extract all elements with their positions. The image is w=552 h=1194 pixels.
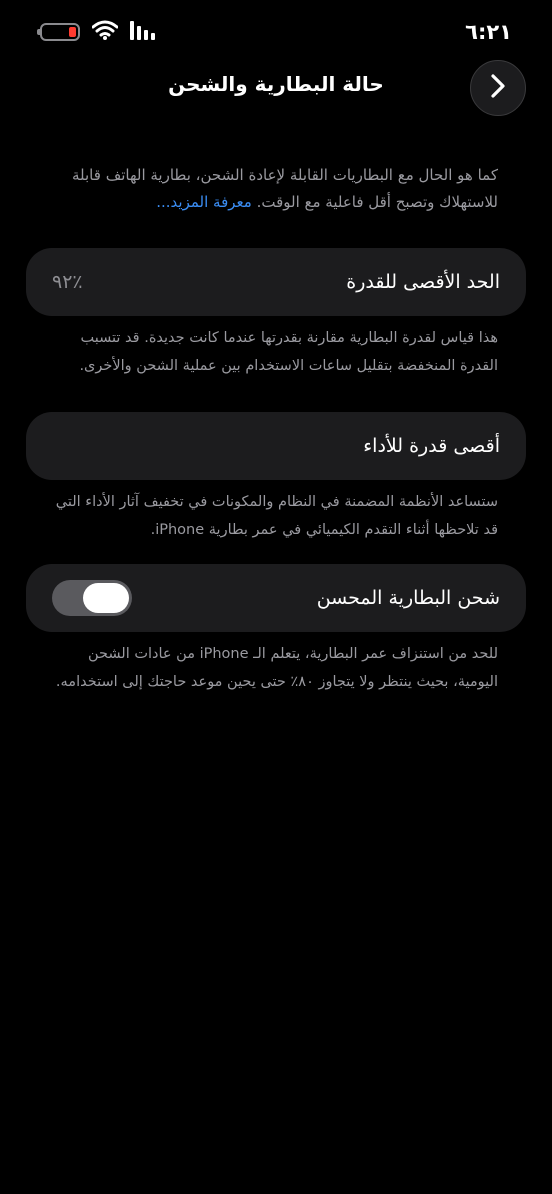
peak-performance-label: أقصى قدرة للأداء: [363, 435, 500, 457]
maximum-capacity-footnote: هذا قياس لقدرة البطارية مقارنة بقدرتها ع…: [79, 330, 498, 374]
maximum-capacity-label: الحد الأقصى للقدرة: [346, 271, 500, 293]
toggle-knob: [83, 583, 129, 613]
battery-settings-content: كما هو الحال مع البطاريات القابلة لإعادة…: [26, 162, 526, 696]
battery-level-fill: [69, 27, 76, 37]
status-bar: ٦:٢١: [37, 14, 512, 50]
optimized-charging-footnote: للحد من استنزاف عمر البطارية، يتعلم الـ …: [55, 646, 498, 690]
peak-performance-row: أقصى قدرة للأداء: [26, 412, 526, 480]
optimized-charging-row: شحن البطارية المحسن: [26, 564, 526, 632]
status-icons: [37, 20, 160, 44]
back-button[interactable]: [470, 60, 526, 116]
cellular-signal-icon: [130, 20, 160, 44]
intro-description: كما هو الحال مع البطاريات القابلة لإعادة…: [72, 166, 498, 211]
optimized-charging-label: شحن البطارية المحسن: [316, 587, 500, 609]
chevron-right-icon: [489, 73, 507, 103]
maximum-capacity-row: الحد الأقصى للقدرة ٪٩٢: [26, 248, 526, 316]
peak-performance-footnote: ستساعد الأنظمة المضمنة في النظام والمكون…: [55, 494, 498, 538]
wifi-icon: [91, 20, 119, 44]
maximum-capacity-value: ٪٩٢: [52, 271, 83, 293]
learn-more-link[interactable]: معرفة المزيد...: [156, 193, 252, 211]
status-time: ٦:٢١: [465, 20, 512, 44]
navigation-header: حالة البطارية والشحن: [0, 58, 552, 118]
battery-icon: [37, 23, 80, 41]
optimized-charging-toggle[interactable]: [52, 580, 132, 616]
intro-text: كما هو الحال مع البطاريات القابلة لإعادة…: [26, 162, 526, 216]
